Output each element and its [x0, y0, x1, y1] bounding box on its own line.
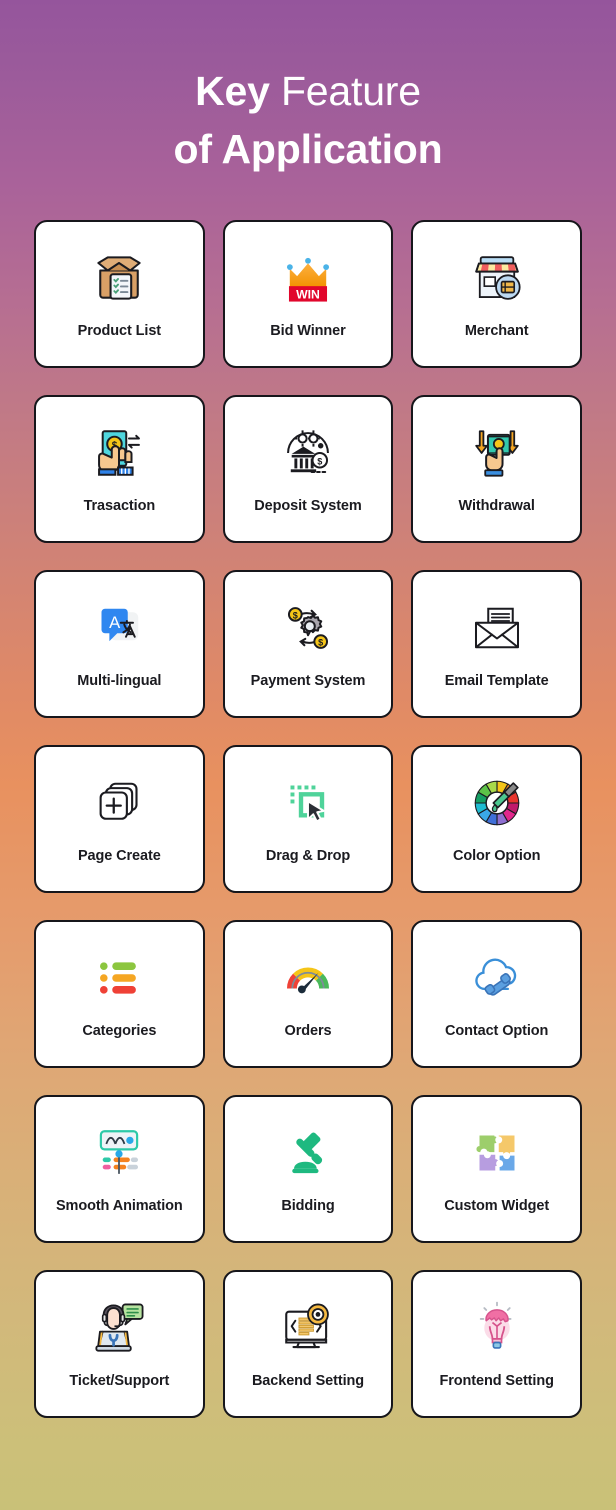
- page-title-line-1: Key Feature: [0, 62, 616, 120]
- svg-text:$: $: [318, 638, 323, 648]
- page-title-key: Key: [195, 68, 270, 114]
- feature-card-label: Color Option: [453, 847, 540, 865]
- feature-card-label: Multi-lingual: [77, 672, 161, 690]
- feature-showcase-page: Key Feature of Application: [0, 0, 616, 1510]
- speedometer-gauge-icon: [276, 946, 340, 1010]
- feature-card-email-template[interactable]: Email Template: [411, 570, 582, 718]
- svg-text:$: $: [317, 456, 322, 466]
- hand-cash-withdraw-icon: [465, 421, 529, 485]
- color-wheel-dropper-icon: [465, 771, 529, 835]
- feature-card-color-option[interactable]: Color Option: [411, 745, 582, 893]
- feature-card-label: Ticket/Support: [69, 1372, 169, 1390]
- svg-text:A: A: [109, 613, 121, 632]
- feature-card-label: Merchant: [465, 322, 529, 340]
- feature-card-label: Frontend Setting: [439, 1372, 553, 1390]
- page-header: Key Feature of Application: [0, 0, 616, 178]
- feature-card-label: Payment System: [251, 672, 366, 690]
- feature-card-label: Product List: [78, 322, 161, 340]
- hand-money-transfer-icon: $: [87, 421, 151, 485]
- feature-card-label: Bidding: [281, 1197, 334, 1215]
- feature-card-label: Drag & Drop: [266, 847, 350, 865]
- feature-card-page-create[interactable]: Page Create: [34, 745, 205, 893]
- feature-card-deposit-system[interactable]: $ Deposit System: [223, 395, 394, 543]
- page-title-feature: Feature: [281, 68, 421, 114]
- feature-card-orders[interactable]: Orders: [223, 920, 394, 1068]
- feature-card-label: Email Template: [445, 672, 549, 690]
- feature-card-ticket-support[interactable]: Ticket/Support: [34, 1270, 205, 1418]
- crown-win-icon: WIN: [276, 246, 340, 310]
- feature-card-label: Trasaction: [84, 497, 156, 515]
- envelope-letter-icon: [465, 596, 529, 660]
- feature-card-payment-system[interactable]: $ $ Payment System: [223, 570, 394, 718]
- animation-timeline-icon: [87, 1121, 151, 1185]
- feature-card-product-list[interactable]: Product List: [34, 220, 205, 368]
- feature-card-label: Withdrawal: [459, 497, 535, 515]
- translate-icon: A: [87, 596, 151, 660]
- support-agent-icon: [87, 1296, 151, 1360]
- bank-deposit-icon: $: [276, 421, 340, 485]
- gear-coins-icon: $ $: [276, 596, 340, 660]
- feature-card-smooth-animation[interactable]: Smooth Animation: [34, 1095, 205, 1243]
- feature-card-custom-widget[interactable]: Custom Widget: [411, 1095, 582, 1243]
- feature-card-categories[interactable]: Categories: [34, 920, 205, 1068]
- feature-card-drag-drop[interactable]: Drag & Drop: [223, 745, 394, 893]
- feature-card-label: Backend Setting: [252, 1372, 364, 1390]
- storefront-icon: [465, 246, 529, 310]
- feature-card-label: Deposit System: [254, 497, 361, 515]
- feature-card-multi-lingual[interactable]: A Multi-lingual: [34, 570, 205, 718]
- drag-drop-cursor-icon: [276, 771, 340, 835]
- feature-card-contact-option[interactable]: Contact Option: [411, 920, 582, 1068]
- package-checklist-icon: [87, 246, 151, 310]
- feature-card-label: Bid Winner: [270, 322, 345, 340]
- feature-card-label: Page Create: [78, 847, 161, 865]
- puzzle-pieces-icon: [465, 1121, 529, 1185]
- feature-grid: Product List WIN Bid Winner: [0, 220, 616, 1418]
- lightbulb-gear-icon: [465, 1296, 529, 1360]
- cloud-phone-icon: [465, 946, 529, 1010]
- add-page-icon: [87, 771, 151, 835]
- feature-card-frontend-setting[interactable]: Frontend Setting: [411, 1270, 582, 1418]
- feature-card-label: Categories: [82, 1022, 156, 1040]
- feature-card-merchant[interactable]: Merchant: [411, 220, 582, 368]
- bullet-list-icon: [87, 946, 151, 1010]
- feature-card-label: Contact Option: [445, 1022, 548, 1040]
- monitor-code-gear-icon: [276, 1296, 340, 1360]
- feature-card-label: Custom Widget: [444, 1197, 549, 1215]
- feature-card-withdrawal[interactable]: Withdrawal: [411, 395, 582, 543]
- feature-card-label: Orders: [285, 1022, 332, 1040]
- feature-card-label: Smooth Animation: [56, 1197, 183, 1215]
- feature-card-bidding[interactable]: Bidding: [223, 1095, 394, 1243]
- feature-card-backend-setting[interactable]: Backend Setting: [223, 1270, 394, 1418]
- page-title-line-2: of Application: [0, 120, 616, 178]
- svg-text:WIN: WIN: [296, 287, 320, 301]
- feature-card-bid-winner[interactable]: WIN Bid Winner: [223, 220, 394, 368]
- feature-card-trasaction[interactable]: $ Trasaction: [34, 395, 205, 543]
- gavel-icon: [276, 1121, 340, 1185]
- svg-text:$: $: [293, 610, 298, 620]
